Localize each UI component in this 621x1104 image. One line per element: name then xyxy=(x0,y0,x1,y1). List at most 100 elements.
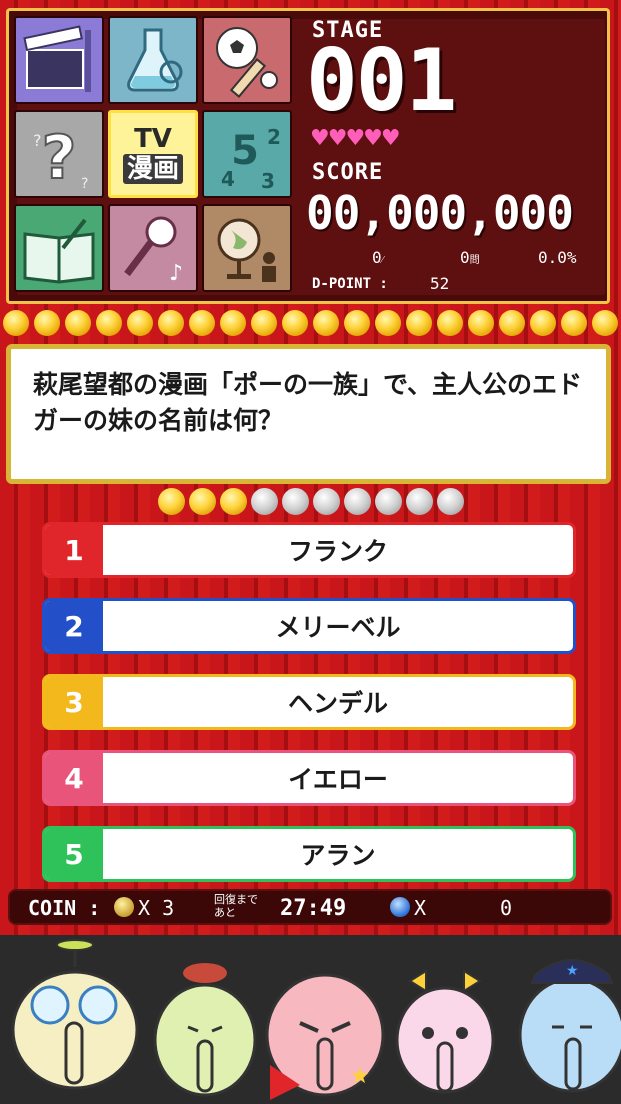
answer-text: ヘンデル xyxy=(287,689,388,718)
svg-text:★: ★ xyxy=(350,1064,370,1089)
svg-text:3: 3 xyxy=(261,169,275,193)
clapperboard-icon xyxy=(23,25,91,92)
svg-text:♪: ♪ xyxy=(169,261,183,286)
progress-dot-pending xyxy=(344,488,371,515)
progress-dot-done xyxy=(158,488,185,515)
svg-text:★: ★ xyxy=(566,963,579,979)
svg-text:4: 4 xyxy=(221,167,235,191)
light-bulb xyxy=(188,310,215,336)
genre-grid: ? ? ? TV 漫画 5 2 4 3 ♪ xyxy=(14,16,296,296)
question-progress xyxy=(156,486,466,518)
progress-dot-pending xyxy=(437,488,464,515)
light-bulb xyxy=(157,310,184,336)
elephant-character xyxy=(11,939,139,1090)
genre-science[interactable] xyxy=(108,16,198,104)
character-strip: ★ ★ xyxy=(0,935,621,1104)
elephant-character xyxy=(395,969,495,1094)
genre-sports[interactable] xyxy=(202,16,292,104)
coin-count: X 3 xyxy=(138,896,175,920)
question-icon: ? ? ? xyxy=(33,122,88,194)
light-bulb xyxy=(2,310,29,336)
light-bulb xyxy=(529,310,556,336)
progress-dot-done xyxy=(220,488,247,515)
genre-society[interactable] xyxy=(202,204,292,292)
progress-dot-pending xyxy=(313,488,340,515)
coin-bar: COIN : X 3 回復まで あと 27:49 X 0 xyxy=(8,889,612,925)
dpoint-label: D-POINT : xyxy=(312,276,388,292)
genre-random[interactable]: ? ? ? xyxy=(14,110,104,198)
coin-icon xyxy=(114,897,134,917)
light-bulb xyxy=(281,310,308,336)
answer-number: 4 xyxy=(45,753,103,803)
gem-icon xyxy=(390,897,410,917)
genre-movie[interactable] xyxy=(14,16,104,104)
stage-number: 001 xyxy=(306,31,457,131)
elephant-character: ★ xyxy=(518,959,621,1093)
microphone-icon: ♪ xyxy=(124,216,183,286)
light-bulb xyxy=(560,310,587,336)
recover-label: 回復まで あと xyxy=(214,893,258,919)
genre-tv-manga[interactable]: TV 漫画 xyxy=(108,110,198,198)
ball-bat-icon xyxy=(216,27,278,98)
dpoint-value: 52 xyxy=(430,274,450,293)
light-bulb xyxy=(467,310,494,336)
answer-button-4[interactable]: 4 イエロー xyxy=(42,750,576,806)
light-bulb xyxy=(405,310,432,336)
progress-dot-pending xyxy=(406,488,433,515)
light-bulb xyxy=(436,310,463,336)
light-bulb xyxy=(312,310,339,336)
genre-tv-label: TV xyxy=(134,124,172,154)
svg-text:?: ? xyxy=(33,131,42,150)
recover-label-line1: 回復まで xyxy=(214,893,258,906)
answer-number: 2 xyxy=(45,601,103,651)
numbers-icon: 5 2 4 3 xyxy=(221,125,281,193)
answer-button-1[interactable]: 1 フランク xyxy=(42,522,576,578)
light-bulb xyxy=(591,310,618,336)
marquee-lights xyxy=(0,308,621,338)
light-bulb xyxy=(250,310,277,336)
svg-text:?: ? xyxy=(81,176,88,192)
correct-count-value: 0 xyxy=(372,248,382,267)
light-bulb xyxy=(219,310,246,336)
correct-count: 0⁄ xyxy=(372,248,383,267)
answer-number: 1 xyxy=(45,525,103,575)
elephant-character xyxy=(153,963,257,1097)
light-bulb xyxy=(343,310,370,336)
score-label: SCORE xyxy=(312,160,384,185)
light-bulb xyxy=(126,310,153,336)
light-bulb xyxy=(374,310,401,336)
light-bulb xyxy=(498,310,525,336)
score-value: 00,000,000 xyxy=(306,186,574,240)
answer-button-2[interactable]: 2 メリーベル xyxy=(42,598,576,654)
question-unit: 問 xyxy=(469,255,480,266)
accuracy: 0.0% xyxy=(538,248,577,267)
answer-text: メリーベル xyxy=(275,613,401,642)
question-text: 萩尾望都の漫画「ポーの一族」で、主人公のエドガーの妹の名前は何？ xyxy=(6,344,611,484)
answer-number: 3 xyxy=(45,677,103,727)
correct-unit: ⁄ xyxy=(381,255,384,266)
svg-text:5: 5 xyxy=(231,128,259,174)
book-icon xyxy=(23,218,95,284)
answer-number: 5 xyxy=(45,829,103,879)
recover-timer: 27:49 xyxy=(280,896,347,921)
question-count: 0問 xyxy=(460,248,480,267)
globe-icon xyxy=(217,218,276,282)
genre-music[interactable]: ♪ xyxy=(108,204,198,292)
gem-count: 0 xyxy=(500,896,513,920)
recover-label-line2: あと xyxy=(214,906,236,919)
answer-text: アラン xyxy=(300,841,376,870)
light-bulb xyxy=(33,310,60,336)
answer-text: フランク xyxy=(287,537,388,566)
genre-manga-label: 漫画 xyxy=(122,154,183,184)
genre-math[interactable]: 5 2 4 3 xyxy=(202,110,292,198)
question-count-value: 0 xyxy=(460,248,470,267)
answer-text: イエロー xyxy=(288,765,388,794)
genre-literature[interactable] xyxy=(14,204,104,292)
elephant-character: ★ xyxy=(265,973,385,1100)
gem-multiplier: X xyxy=(414,896,427,920)
answer-button-3[interactable]: 3 ヘンデル xyxy=(42,674,576,730)
elephant-characters: ★ ★ xyxy=(11,939,621,1100)
answer-button-5[interactable]: 5 アラン xyxy=(42,826,576,882)
progress-dot-pending xyxy=(282,488,309,515)
svg-text:2: 2 xyxy=(267,125,281,149)
